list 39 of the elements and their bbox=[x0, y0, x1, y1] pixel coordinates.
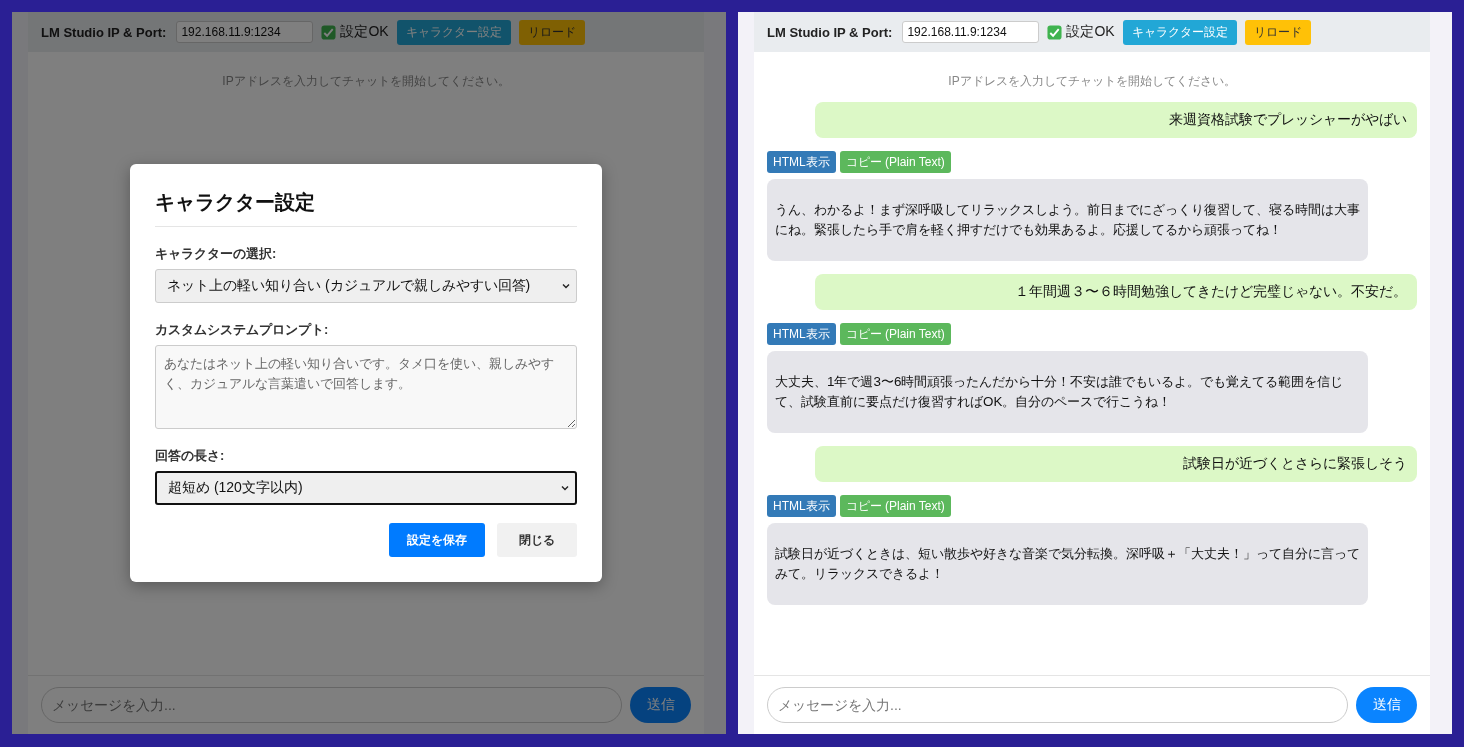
chevron-icon bbox=[562, 282, 570, 290]
character-settings-button[interactable]: キャラクター設定 bbox=[1122, 19, 1237, 45]
html-view-button[interactable]: HTML表示 bbox=[767, 323, 836, 345]
ip-field[interactable]: 192.168.11.9:1234 bbox=[176, 21, 314, 43]
dropdown[interactable]: ネット上の軽い知り合い (カジュアルで親しみやすい回答) bbox=[155, 269, 577, 303]
save-button[interactable]: 設定を保存 bbox=[389, 523, 485, 557]
check-icon bbox=[1047, 24, 1063, 40]
html-view-button[interactable]: HTML表示 bbox=[767, 495, 836, 517]
reload-button[interactable]: リロード bbox=[1244, 19, 1311, 45]
copy-button[interactable]: コピー (Plain Text) bbox=[839, 151, 951, 173]
message-field[interactable]: メッセージを入力... bbox=[41, 687, 622, 723]
dialog-title: キャラクター設定 bbox=[155, 189, 577, 227]
field-label: 回答の長さ: bbox=[155, 447, 226, 465]
bot-message: うん、わかるよ！まず深呼吸してリラックスしよう。前日までにざっくり復習して、寝る時間は大事にね。緊張したら手で肩を軽く押すだけでも効果あるよ。応援してるから頑張ってね！ bbox=[767, 179, 1368, 261]
check-icon bbox=[321, 24, 337, 40]
html-view-button[interactable]: HTML表示 bbox=[767, 151, 836, 173]
hint-text: IPアドレスを入力してチャットを開始してください。 bbox=[947, 73, 1237, 90]
user-message: １年間週３〜６時間勉強してきたけど完璧じゃない。不安だ。 bbox=[815, 274, 1417, 310]
status-text: 設定OK bbox=[340, 23, 389, 41]
user-message: 来週資格試験でプレッシャーがやばい bbox=[815, 102, 1417, 138]
bot-message: 試験日が近づくときは、短い散歩や好きな音楽で気分転換。深呼吸＋「大丈夫！」って自分に言ってみて。リラックスできるよ！ bbox=[767, 523, 1368, 605]
ip-label: LM Studio IP & Port: bbox=[41, 24, 167, 40]
copy-button[interactable]: コピー (Plain Text) bbox=[839, 495, 951, 517]
send-button[interactable]: 送信 bbox=[630, 687, 691, 723]
ip-field[interactable]: 192.168.11.9:1234 bbox=[902, 21, 1040, 43]
user-message: 試験日が近づくとさらに緊張しそう bbox=[815, 446, 1417, 482]
send-button[interactable]: 送信 bbox=[1356, 687, 1417, 723]
bot-message: 大丈夫、1年で週3〜6時間頑張ったんだから十分！不安は誰でもいるよ。でも覚えてる範囲を信じて、試験直前に要点だけ復習すればOK。自分のペースで行こうね！ bbox=[767, 351, 1368, 433]
prompt-field[interactable]: あなたはネット上の軽い知り合いです。タメ口を使い、親しみやすく、カジュアルな言葉遣いで回答します。 bbox=[155, 345, 577, 429]
dropdown[interactable]: 超短め (120文字以内) bbox=[155, 471, 577, 505]
field-label: カスタムシステムプロンプト: bbox=[155, 321, 330, 339]
field-label: キャラクターの選択: bbox=[155, 245, 278, 263]
ip-label: LM Studio IP & Port: bbox=[767, 24, 893, 40]
copy-button[interactable]: コピー (Plain Text) bbox=[839, 323, 951, 345]
reload-button[interactable]: リロード bbox=[518, 19, 585, 45]
message-field[interactable]: メッセージを入力... bbox=[767, 687, 1348, 723]
status-text: 設定OK bbox=[1066, 23, 1115, 41]
chevron-icon bbox=[561, 484, 569, 492]
close-button[interactable]: 閉じる bbox=[497, 523, 577, 557]
